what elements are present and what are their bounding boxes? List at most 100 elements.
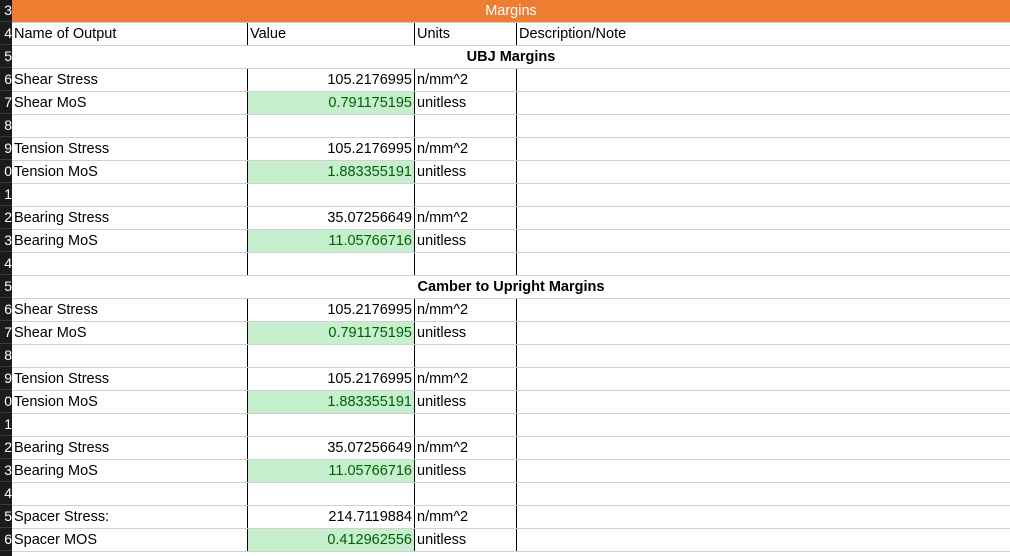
units-cell[interactable]: n/mm^2: [415, 69, 517, 91]
name-cell[interactable]: Shear MoS: [12, 92, 248, 114]
row-header[interactable]: 3: [0, 459, 12, 482]
units-cell[interactable]: unitless: [415, 92, 517, 114]
table-row[interactable]: Bearing Stress 35.07256649 n/mm^2: [12, 437, 1010, 460]
note-cell[interactable]: [517, 161, 1010, 183]
units-cell[interactable]: n/mm^2: [415, 506, 517, 528]
units-cell[interactable]: [415, 483, 517, 505]
units-cell[interactable]: n/mm^2: [415, 138, 517, 160]
row-header[interactable]: 8: [0, 344, 12, 367]
units-cell[interactable]: [415, 184, 517, 206]
table-row[interactable]: Tension MoS 1.883355191 unitless: [12, 161, 1010, 184]
note-cell[interactable]: [517, 437, 1010, 459]
row-header[interactable]: 3: [0, 0, 12, 22]
header-units[interactable]: Units: [415, 23, 517, 45]
value-cell[interactable]: 105.2176995: [248, 299, 415, 321]
value-cell[interactable]: [248, 483, 415, 505]
value-cell[interactable]: 11.05766716: [248, 460, 415, 482]
row-header[interactable]: 1: [0, 183, 12, 206]
value-cell[interactable]: 105.2176995: [248, 69, 415, 91]
table-row[interactable]: Tension MoS 1.883355191 unitless: [12, 391, 1010, 414]
note-cell[interactable]: [517, 69, 1010, 91]
value-cell[interactable]: 105.2176995: [248, 368, 415, 390]
note-cell[interactable]: [517, 529, 1010, 551]
table-row[interactable]: Spacer Stress: 214.7119884 n/mm^2: [12, 506, 1010, 529]
name-cell[interactable]: Shear MoS: [12, 322, 248, 344]
blank-row[interactable]: [12, 414, 1010, 437]
name-cell[interactable]: Shear Stress: [12, 69, 248, 91]
name-cell[interactable]: [12, 115, 248, 137]
table-row[interactable]: Shear MoS 0.791175195 unitless: [12, 322, 1010, 345]
row-header[interactable]: 2: [0, 206, 12, 229]
note-cell[interactable]: [517, 299, 1010, 321]
units-cell[interactable]: unitless: [415, 460, 517, 482]
blank-row[interactable]: [12, 115, 1010, 138]
note-cell[interactable]: [517, 115, 1010, 137]
row-header[interactable]: 0: [0, 160, 12, 183]
value-cell[interactable]: [248, 184, 415, 206]
row-header[interactable]: 6: [0, 528, 12, 551]
row-header[interactable]: 7: [0, 91, 12, 114]
value-cell[interactable]: [248, 115, 415, 137]
row-header[interactable]: 5: [0, 45, 12, 68]
row-header[interactable]: 4: [0, 252, 12, 275]
value-cell[interactable]: 35.07256649: [248, 437, 415, 459]
header-row[interactable]: Name of Output Value Units Description/N…: [12, 23, 1010, 46]
blank-row[interactable]: [12, 345, 1010, 368]
name-cell[interactable]: Shear Stress: [12, 299, 248, 321]
value-cell[interactable]: 1.883355191: [248, 161, 415, 183]
title-row[interactable]: Margins: [12, 0, 1010, 23]
name-cell[interactable]: [12, 253, 248, 275]
units-cell[interactable]: [415, 414, 517, 436]
units-cell[interactable]: [415, 253, 517, 275]
name-cell[interactable]: [12, 483, 248, 505]
units-cell[interactable]: unitless: [415, 322, 517, 344]
units-cell[interactable]: unitless: [415, 391, 517, 413]
name-cell[interactable]: [12, 345, 248, 367]
row-header[interactable]: 4: [0, 482, 12, 505]
value-cell[interactable]: 0.791175195: [248, 92, 415, 114]
value-cell[interactable]: [248, 414, 415, 436]
name-cell[interactable]: Tension Stress: [12, 138, 248, 160]
table-row[interactable]: Shear Stress 105.2176995 n/mm^2: [12, 69, 1010, 92]
name-cell[interactable]: Tension Stress: [12, 368, 248, 390]
row-header[interactable]: 7: [0, 321, 12, 344]
value-cell[interactable]: 35.07256649: [248, 207, 415, 229]
value-cell[interactable]: 105.2176995: [248, 138, 415, 160]
name-cell[interactable]: Bearing MoS: [12, 230, 248, 252]
table-row[interactable]: Bearing Stress 35.07256649 n/mm^2: [12, 207, 1010, 230]
value-cell[interactable]: [248, 253, 415, 275]
table-row[interactable]: Shear Stress 105.2176995 n/mm^2: [12, 299, 1010, 322]
note-cell[interactable]: [517, 322, 1010, 344]
units-cell[interactable]: n/mm^2: [415, 299, 517, 321]
units-cell[interactable]: unitless: [415, 529, 517, 551]
note-cell[interactable]: [517, 92, 1010, 114]
value-cell[interactable]: 1.883355191: [248, 391, 415, 413]
units-cell[interactable]: n/mm^2: [415, 437, 517, 459]
table-row[interactable]: Tension Stress 105.2176995 n/mm^2: [12, 368, 1010, 391]
note-cell[interactable]: [517, 391, 1010, 413]
note-cell[interactable]: [517, 253, 1010, 275]
row-header[interactable]: 6: [0, 298, 12, 321]
row-header[interactable]: 9: [0, 137, 12, 160]
row-header[interactable]: 3: [0, 229, 12, 252]
row-header[interactable]: 5: [0, 275, 12, 298]
value-cell[interactable]: 0.412962556: [248, 529, 415, 551]
note-cell[interactable]: [517, 184, 1010, 206]
header-value[interactable]: Value: [248, 23, 415, 45]
blank-row[interactable]: [12, 253, 1010, 276]
note-cell[interactable]: [517, 138, 1010, 160]
note-cell[interactable]: [517, 414, 1010, 436]
row-header[interactable]: 4: [0, 22, 12, 45]
name-cell[interactable]: Bearing Stress: [12, 207, 248, 229]
table-row[interactable]: Tension Stress 105.2176995 n/mm^2: [12, 138, 1010, 161]
row-header[interactable]: 2: [0, 436, 12, 459]
name-cell[interactable]: Spacer MOS: [12, 529, 248, 551]
note-cell[interactable]: [517, 506, 1010, 528]
note-cell[interactable]: [517, 207, 1010, 229]
note-cell[interactable]: [517, 460, 1010, 482]
units-cell[interactable]: unitless: [415, 161, 517, 183]
name-cell[interactable]: [12, 414, 248, 436]
row-header[interactable]: 5: [0, 505, 12, 528]
row-header[interactable]: 8: [0, 114, 12, 137]
value-cell[interactable]: 0.791175195: [248, 322, 415, 344]
